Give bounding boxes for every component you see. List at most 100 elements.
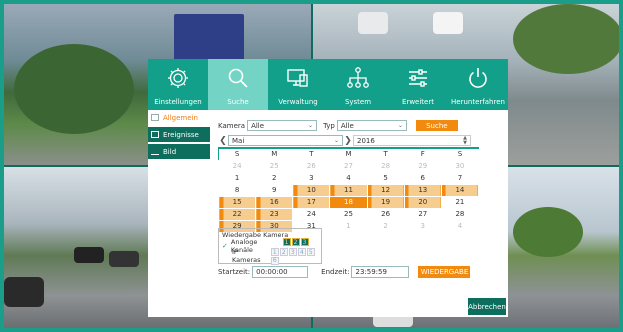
calendar-day[interactable]: 10 (292, 183, 331, 197)
analog-channel-toggle[interactable]: 3 (300, 238, 309, 246)
filter-row: Kamera Alle ⌄ Typ Alle ⌄ Suche (218, 120, 458, 131)
calendar-day[interactable]: 1 (329, 219, 368, 233)
ip-channel-toggle[interactable]: 4 (297, 248, 306, 256)
calendar-day[interactable]: 5 (366, 171, 405, 185)
calendar-day[interactable]: 26 (292, 159, 331, 173)
type-select-value: Alle (340, 121, 354, 130)
search-content: Kamera Alle ⌄ Typ Alle ⌄ Suche ❮ Mai ⌄ ❯… (217, 110, 504, 317)
start-time-input[interactable]: 00:00:00 (252, 266, 309, 278)
calendar-day[interactable]: 24 (292, 207, 331, 221)
chevron-down-icon: ⌄ (308, 122, 314, 129)
calendar-day[interactable]: 26 (366, 207, 405, 221)
month-select[interactable]: Mai ⌄ (228, 135, 343, 146)
stepper-icon: ▲ ▼ (463, 134, 467, 146)
ip-channel-toggle[interactable]: 3 (288, 248, 297, 256)
analog-channel-toggle[interactable]: 1 (282, 238, 291, 246)
calendar-day[interactable]: 13 (403, 183, 442, 197)
nav-herunterfahren[interactable]: Herunterfahren (448, 59, 508, 110)
calendar-day[interactable]: 25 (329, 207, 368, 221)
ip-channel-toggle[interactable]: 6 (270, 256, 279, 265)
calendar-day[interactable]: 11 (329, 183, 368, 197)
weekday-header: S (218, 147, 256, 160)
sliders-icon (409, 69, 427, 87)
ip-channel-toggle[interactable]: 1 (270, 248, 279, 256)
ip-label: IP Kameras (232, 248, 261, 264)
calendar-day[interactable]: 8 (217, 183, 257, 197)
sidebar-item-bild[interactable]: Bild (148, 144, 210, 159)
calendar-day[interactable]: 2 (366, 219, 405, 233)
camera-select[interactable]: Alle ⌄ (247, 120, 318, 131)
nav-suche[interactable]: Suche (208, 59, 268, 110)
time-row: Startzeit: 00:00:00 Endzeit: 23:59:59 WI… (218, 266, 471, 278)
calendar-grid: SMTMTFS 24 25 26 27 28 29 30 1 2 3 4 5 6 7 8 9 10 11 12 13 1… (217, 147, 480, 233)
next-month-arrow-icon[interactable]: ❯ (343, 136, 353, 146)
calendar-day[interactable]: 20 (403, 195, 442, 209)
year-stepper[interactable]: 2016 ▲ ▼ (353, 135, 471, 146)
calendar-day[interactable]: 27 (329, 159, 368, 173)
type-select[interactable]: Alle ⌄ (336, 120, 407, 131)
calendar-day[interactable]: 29 (403, 159, 442, 173)
nav-label: System (344, 98, 372, 106)
chevron-down-icon: ⌄ (333, 137, 339, 144)
cancel-button[interactable]: Abbrechen (468, 298, 506, 315)
year-value: 2016 (357, 136, 375, 145)
chevron-down-icon: ⌄ (397, 122, 403, 129)
calendar-day[interactable]: 3 (292, 171, 331, 185)
sidebar-item-ereignisse[interactable]: Ereignisse (148, 127, 210, 142)
calendar-day[interactable]: 19 (366, 195, 405, 209)
playback-camera-panel: Wiedergabe Kamera ✓ Analoge Kanäle 1234 … (218, 228, 322, 265)
calendar-day[interactable]: 18 (329, 195, 368, 209)
sidebar-item-label: Ereignisse (163, 130, 199, 139)
calendar-day[interactable]: 3 (403, 219, 442, 233)
calendar-day[interactable]: 28 (440, 207, 480, 221)
calendar-week-row: 1234567 (217, 171, 480, 185)
playback-button[interactable]: WIEDERGABE (418, 266, 471, 278)
calendar-day[interactable]: 27 (403, 207, 442, 221)
camera-icon (151, 114, 159, 121)
calendar-day[interactable]: 17 (292, 195, 331, 209)
nav-label: Einstellungen (154, 98, 202, 106)
ip-channel-toggle[interactable]: 2 (279, 248, 288, 256)
nav-label: Verwaltung (278, 98, 318, 106)
end-time-label: Endzeit: (321, 268, 350, 276)
calendar-week-row: 24 25 26 27 28 29 30 (217, 159, 480, 173)
calendar-day[interactable]: 4 (440, 219, 480, 233)
search-dialog: Einstellungen Suche Verwaltung System Er… (148, 59, 508, 317)
nav-system[interactable]: System (328, 59, 388, 110)
calendar-day[interactable]: 21 (440, 195, 480, 209)
calendar-day[interactable]: 7 (440, 171, 480, 185)
weekday-header: T (292, 147, 330, 160)
nav-erweitert[interactable]: Erweitert (388, 59, 448, 110)
calendar-day[interactable]: 14 (440, 183, 480, 197)
book-icon (151, 131, 159, 138)
nav-verwaltung[interactable]: Verwaltung (268, 59, 328, 110)
calendar-day[interactable]: 22 (217, 207, 257, 221)
calendar-day[interactable]: 16 (255, 195, 294, 209)
nav-einstellungen[interactable]: Einstellungen (148, 59, 208, 110)
calendar-day[interactable]: 4 (329, 171, 368, 185)
calendar-week-row: 22 23 24 25 26 27 28 (217, 207, 480, 221)
calendar-day[interactable]: 2 (255, 171, 294, 185)
calendar-day[interactable]: 6 (403, 171, 442, 185)
calendar-day[interactable]: 24 (217, 159, 257, 173)
month-value: Mai (232, 136, 245, 145)
analog-channel-toggle[interactable]: 2 (291, 238, 300, 246)
prev-month-arrow-icon[interactable]: ❮ (218, 136, 228, 146)
end-time-input[interactable]: 23:59:59 (351, 266, 410, 278)
calendar-day[interactable]: 25 (255, 159, 294, 173)
calendar-day[interactable]: 12 (366, 183, 405, 197)
ip-channel-toggle[interactable]: 5 (306, 248, 315, 256)
calendar-day[interactable]: 28 (366, 159, 405, 173)
monitor-icon (287, 69, 308, 87)
calendar-day[interactable]: 9 (255, 183, 294, 197)
calendar-day[interactable]: 23 (255, 207, 294, 221)
calendar-day[interactable]: 30 (440, 159, 480, 173)
search-button[interactable]: Suche (415, 120, 458, 131)
ip-cameras-row: IP Kameras 1 2 3 4 5 6 (222, 248, 318, 265)
check-icon[interactable]: ✓ (222, 242, 228, 250)
weekday-header: M (255, 147, 293, 160)
power-icon (469, 68, 487, 88)
calendar-day[interactable]: 15 (217, 195, 257, 209)
calendar-day[interactable]: 1 (217, 171, 257, 185)
sidebar-item-allgemein[interactable]: Allgemein (148, 110, 210, 125)
